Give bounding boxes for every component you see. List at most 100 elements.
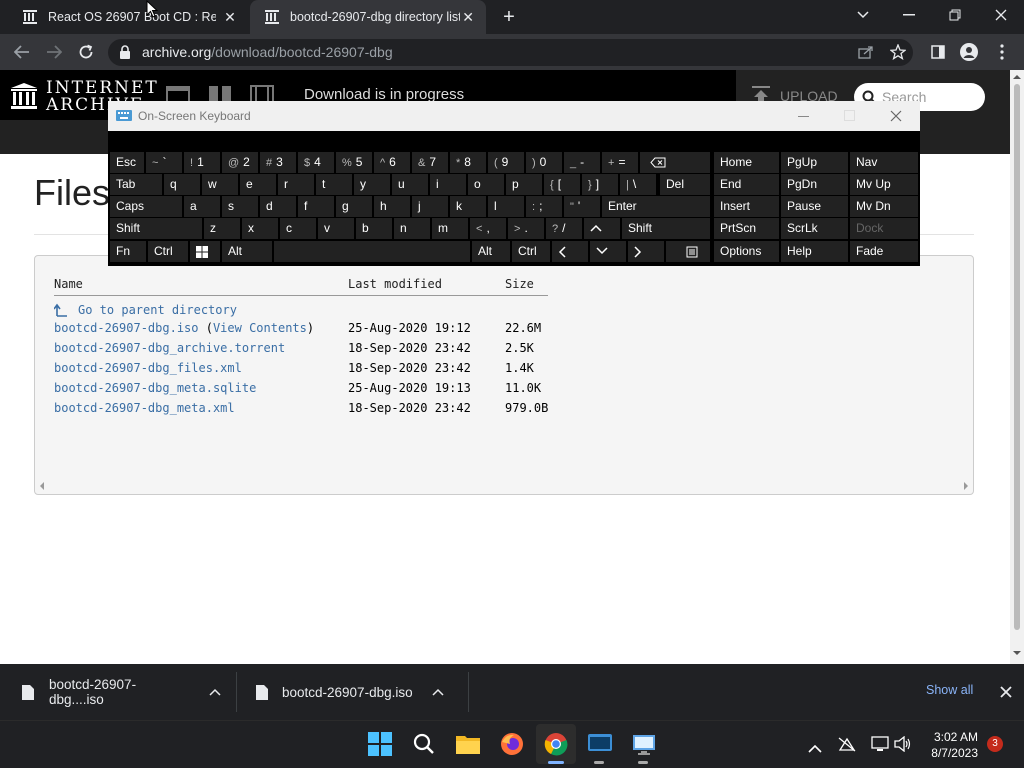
restore-button[interactable] bbox=[932, 0, 978, 30]
close-downloads-icon[interactable] bbox=[1000, 685, 1012, 703]
chevron-up-icon[interactable] bbox=[209, 688, 221, 696]
key-ctrl-left[interactable]: Ctrl bbox=[148, 241, 188, 262]
key-arrow-down[interactable] bbox=[590, 241, 626, 262]
key-ctrl-right[interactable]: Ctrl bbox=[512, 241, 550, 262]
key-8[interactable]: * 8 bbox=[450, 152, 486, 173]
minimize-button[interactable] bbox=[886, 0, 932, 30]
download-item[interactable]: bootcd-26907-dbg....iso bbox=[22, 664, 221, 720]
display-icon[interactable] bbox=[871, 736, 889, 757]
key-home[interactable]: Home bbox=[714, 152, 779, 173]
key-shift-left[interactable]: Shift bbox=[110, 218, 202, 239]
file-link[interactable]: bootcd-26907-dbg.iso bbox=[54, 321, 199, 335]
key-2[interactable]: @2 bbox=[222, 152, 258, 173]
key-del[interactable]: Del bbox=[660, 174, 710, 195]
key-\[interactable]: | \ bbox=[620, 174, 656, 195]
key-fade[interactable]: Fade bbox=[850, 241, 918, 262]
key-move-up[interactable]: Mv Up bbox=[850, 174, 918, 195]
key-caps[interactable]: Caps bbox=[110, 196, 182, 217]
share-icon[interactable] bbox=[856, 42, 876, 62]
key-menu[interactable] bbox=[666, 241, 710, 262]
key-scrlk[interactable]: ScrLk bbox=[781, 218, 848, 239]
key-,[interactable]: <, bbox=[470, 218, 506, 239]
volume-icon[interactable] bbox=[894, 735, 912, 757]
key-.[interactable]: >. bbox=[508, 218, 544, 239]
key-f[interactable]: f bbox=[298, 196, 334, 217]
windows-start-icon[interactable] bbox=[360, 724, 400, 764]
key-windows[interactable] bbox=[190, 241, 220, 262]
key-g[interactable]: g bbox=[336, 196, 372, 217]
key-10[interactable]: ) 0 bbox=[526, 152, 562, 173]
key-p[interactable]: p bbox=[506, 174, 542, 195]
horizontal-scrollbar[interactable] bbox=[35, 478, 973, 494]
key-/[interactable]: ? / bbox=[546, 218, 582, 239]
key-s[interactable]: s bbox=[222, 196, 258, 217]
key-tab[interactable]: Tab bbox=[110, 174, 162, 195]
profile-icon[interactable] bbox=[959, 42, 979, 62]
key-esc[interactable]: Esc bbox=[110, 152, 144, 173]
new-tab-button[interactable]: + bbox=[498, 7, 520, 29]
ia-logo-icon[interactable] bbox=[10, 82, 38, 115]
key-c[interactable]: c bbox=[280, 218, 316, 239]
key-arrow-up[interactable] bbox=[584, 218, 620, 239]
key-arrow-right[interactable] bbox=[628, 241, 664, 262]
key-9[interactable]: (9 bbox=[488, 152, 524, 173]
view-contents-link[interactable]: View Contents bbox=[213, 321, 307, 335]
key-q[interactable]: q bbox=[164, 174, 200, 195]
network-disconnected-icon[interactable] bbox=[838, 736, 856, 757]
key-'[interactable]: " ' bbox=[564, 196, 600, 217]
close-tab-icon[interactable]: ✕ bbox=[222, 9, 238, 25]
key-pgdn[interactable]: PgDn bbox=[781, 174, 848, 195]
key-11[interactable]: _ - bbox=[564, 152, 600, 173]
app-icon[interactable] bbox=[580, 724, 620, 764]
file-explorer-icon[interactable] bbox=[448, 724, 488, 764]
show-all-downloads-button[interactable]: Show all bbox=[926, 683, 973, 697]
key-options[interactable]: Options bbox=[714, 241, 779, 262]
parent-directory-row[interactable]: Go to parent directory bbox=[54, 301, 237, 319]
menu-kebab-icon[interactable] bbox=[992, 42, 1012, 62]
key-t[interactable]: t bbox=[316, 174, 352, 195]
key-m[interactable]: m bbox=[432, 218, 468, 239]
key-fn[interactable]: Fn bbox=[110, 241, 146, 262]
chevron-up-icon[interactable] bbox=[432, 688, 444, 696]
page-vertical-scrollbar[interactable] bbox=[1010, 70, 1024, 664]
key-z[interactable]: z bbox=[204, 218, 240, 239]
download-item[interactable]: bootcd-26907-dbg.iso bbox=[256, 664, 444, 720]
firefox-icon[interactable] bbox=[492, 724, 532, 764]
key-alt-right[interactable]: Alt bbox=[472, 241, 510, 262]
key-b[interactable]: b bbox=[356, 218, 392, 239]
show-hidden-icons-chevron-icon[interactable] bbox=[808, 740, 822, 758]
key-[[interactable]: {[ bbox=[544, 174, 580, 195]
tab-search-chevron-icon[interactable] bbox=[840, 0, 886, 30]
notification-badge[interactable]: 3 bbox=[987, 736, 1003, 752]
file-link[interactable]: bootcd-26907-dbg_meta.sqlite bbox=[54, 381, 256, 395]
close-tab-icon[interactable]: ✕ bbox=[460, 9, 476, 25]
side-panel-icon[interactable] bbox=[928, 42, 948, 62]
key-l[interactable]: l bbox=[488, 196, 524, 217]
key-prtscn[interactable]: PrtScn bbox=[714, 218, 779, 239]
reload-icon[interactable] bbox=[76, 42, 96, 62]
key-alt-left[interactable]: Alt bbox=[222, 241, 272, 262]
file-link[interactable]: bootcd-26907-dbg_archive.torrent bbox=[54, 341, 285, 355]
key-y[interactable]: y bbox=[354, 174, 390, 195]
key-move-down[interactable]: Mv Dn bbox=[850, 196, 918, 217]
key-u[interactable]: u bbox=[392, 174, 428, 195]
key-][interactable]: }] bbox=[582, 174, 618, 195]
key-shift-right[interactable]: Shift bbox=[622, 218, 710, 239]
remote-desktop-icon[interactable] bbox=[624, 724, 664, 764]
key-n[interactable]: n bbox=[394, 218, 430, 239]
key-12[interactable]: + = bbox=[602, 152, 638, 173]
url-text[interactable]: archive.org/download/bootcd-26907-dbg bbox=[142, 44, 393, 60]
back-arrow-icon[interactable] bbox=[12, 42, 32, 62]
tab-directory-listing[interactable]: bootcd-26907-dbg directory listing ✕ bbox=[250, 0, 486, 34]
key-nav[interactable]: Nav bbox=[850, 152, 918, 173]
key-i[interactable]: i bbox=[430, 174, 466, 195]
close-window-button[interactable] bbox=[978, 0, 1024, 30]
key-arrow-left[interactable] bbox=[552, 241, 588, 262]
search-icon[interactable] bbox=[404, 724, 444, 764]
key-h[interactable]: h bbox=[374, 196, 410, 217]
key-w[interactable]: w bbox=[202, 174, 238, 195]
key-o[interactable]: o bbox=[468, 174, 504, 195]
key-pause[interactable]: Pause bbox=[781, 196, 848, 217]
key-help[interactable]: Help bbox=[781, 241, 848, 262]
file-link[interactable]: bootcd-26907-dbg_meta.xml bbox=[54, 401, 235, 415]
